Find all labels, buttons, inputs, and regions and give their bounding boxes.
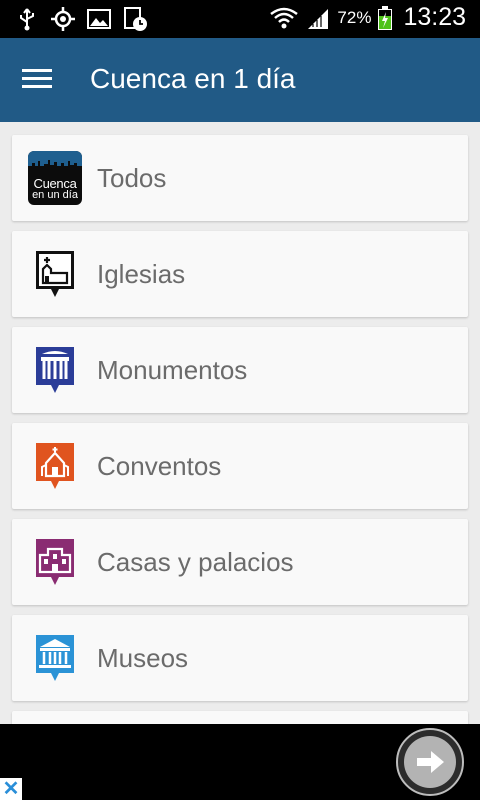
category-list[interactable]: Cuenca en un día Todos Iglesias Monument… <box>0 122 480 724</box>
convent-icon <box>36 443 74 489</box>
signal-icon <box>308 8 329 29</box>
cuenca-logo-icon: Cuenca en un día <box>28 151 82 205</box>
category-label: Casas y palacios <box>97 547 294 577</box>
category-card-monumentos[interactable]: Monumentos <box>12 327 468 413</box>
wifi-icon <box>270 7 299 28</box>
status-right-icons: 72% 13:23 <box>269 3 466 32</box>
hamburger-icon[interactable] <box>22 65 58 95</box>
image-icon <box>87 9 111 29</box>
category-card-museos[interactable]: Museos <box>12 615 468 701</box>
ad-banner[interactable]: ✕ <box>0 724 480 800</box>
status-left-icons <box>14 6 148 32</box>
church-icon <box>36 251 74 297</box>
category-label: Todos <box>97 163 167 193</box>
palace-icon <box>36 539 74 585</box>
app-bar: Cuenca en 1 día <box>0 38 480 122</box>
monument-icon <box>36 347 74 393</box>
category-label: Iglesias <box>97 259 186 289</box>
logo-line2: en un día <box>32 189 78 201</box>
close-icon[interactable]: ✕ <box>0 778 22 800</box>
arrow-right-icon <box>417 751 444 773</box>
status-bar: 72% 13:23 <box>0 0 480 38</box>
category-card-iglesias[interactable]: Iglesias <box>12 231 468 317</box>
category-card-todos[interactable]: Cuenca en un día Todos <box>12 135 468 221</box>
clock-time: 13:23 <box>403 3 466 31</box>
battery-percent: 72% <box>337 7 372 27</box>
app-title: Cuenca en 1 día <box>90 63 296 94</box>
category-card-conventos[interactable]: Conventos <box>12 423 468 509</box>
arrow-right-button[interactable] <box>396 728 464 796</box>
category-label: Museos <box>97 643 189 673</box>
battery-charging-icon <box>378 5 393 30</box>
clock-icon <box>124 7 147 31</box>
category-label: Monumentos <box>97 355 248 385</box>
category-card-next[interactable] <box>12 711 468 724</box>
usb-icon <box>20 8 34 31</box>
museum-icon <box>36 635 74 681</box>
category-card-casas-y-palacios[interactable]: Casas y palacios <box>12 519 468 605</box>
category-label: Conventos <box>97 451 222 481</box>
gps-icon <box>51 7 75 31</box>
